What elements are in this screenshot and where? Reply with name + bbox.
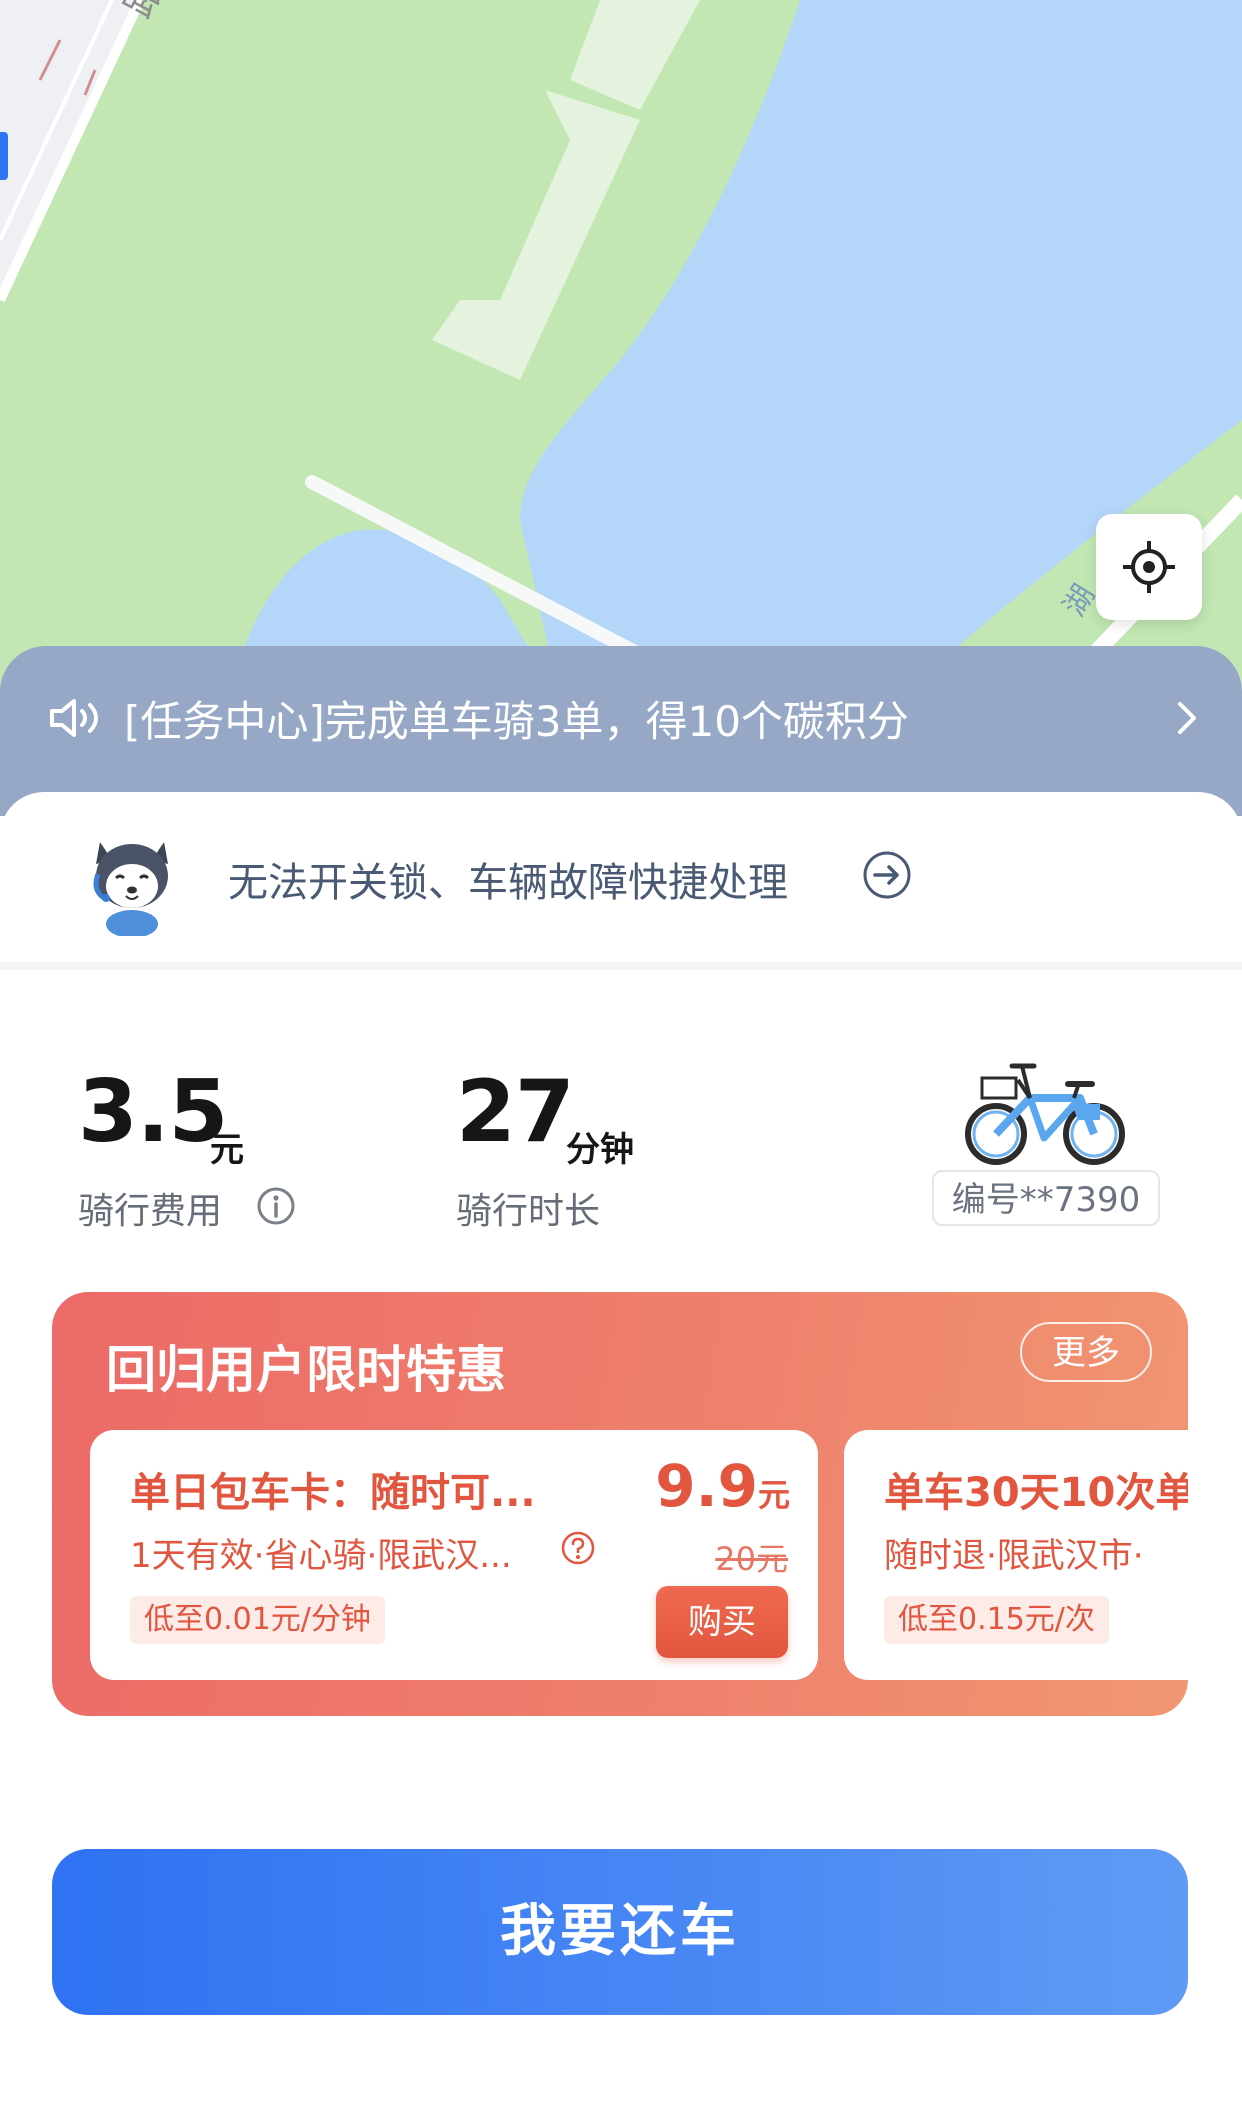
promo-card-30-day[interactable]: 单车30天10次单 随时退·限武汉市· 低至0.15元/次 — [844, 1430, 1188, 1680]
promo-title: 回归用户限时特惠 — [106, 1341, 506, 1399]
promo-card-title: 单日包车卡：随时可... — [130, 1470, 536, 1516]
bicycle-icon — [965, 1063, 1125, 1165]
promo-more-button[interactable]: 更多 — [1020, 1322, 1152, 1382]
speaker-icon — [50, 699, 98, 737]
info-icon[interactable] — [256, 1186, 296, 1226]
ride-duration-label: 骑行时长 — [456, 1191, 601, 1232]
map-marker[interactable] — [0, 132, 8, 180]
promo-card-day-pass[interactable]: 单日包车卡：随时可... 1天有效·省心骑·限武汉... 低至0.01元/分钟 … — [90, 1430, 818, 1680]
buy-button[interactable]: 购买 — [656, 1586, 788, 1658]
promo-card-price-unit: 元 — [757, 1476, 790, 1514]
arrow-right-circle-icon — [863, 851, 911, 899]
crosshair-icon — [1123, 541, 1175, 593]
promo-card-tag: 低至0.15元/次 — [884, 1596, 1109, 1644]
map-view[interactable]: 路 湖 — [0, 0, 1242, 700]
section-divider — [0, 962, 1242, 970]
notice-text: [任务中心]完成单车骑3单，得10个碳积分 — [124, 696, 909, 746]
ride-sheet: 无法开关锁、车辆故障快捷处理 3.5 元 骑行费用 27 分钟 骑行时长 编号*… — [0, 792, 1242, 2126]
task-center-notice[interactable]: [任务中心]完成单车骑3单，得10个碳积分 — [0, 646, 1242, 816]
ride-duration-unit: 分钟 — [566, 1130, 634, 1170]
promo-card-price-value: 9.9 — [655, 1452, 758, 1520]
ride-duration-value: 27 — [456, 1062, 575, 1162]
quick-help-row[interactable]: 无法开关锁、车辆故障快捷处理 — [0, 792, 1242, 962]
promo-card-subtitle: 1天有效·省心骑·限武汉... — [130, 1536, 512, 1576]
promo-card-title: 单车30天10次单 — [884, 1470, 1188, 1516]
promo-card-tag: 低至0.01元/分钟 — [130, 1596, 385, 1644]
husky-mascot-icon — [93, 842, 168, 936]
promo-card-price: 9.9元 — [655, 1452, 790, 1520]
return-bike-button[interactable]: 我要还车 — [52, 1849, 1188, 2015]
ride-fee-value: 3.5 — [78, 1062, 228, 1162]
ride-fee-label: 骑行费用 — [78, 1191, 223, 1232]
ride-fee-unit: 元 — [210, 1130, 244, 1170]
promo-card-subtitle: 随时退·限武汉市· — [884, 1536, 1144, 1576]
returning-user-promo: 回归用户限时特惠 更多 单日包车卡：随时可... 1天有效·省心骑·限武汉...… — [52, 1292, 1188, 1716]
bike-number-badge: 编号**7390 — [932, 1170, 1160, 1226]
quick-help-text: 无法开关锁、车辆故障快捷处理 — [228, 860, 788, 906]
locate-me-button[interactable] — [1096, 514, 1202, 620]
chevron-right-icon — [1178, 702, 1196, 734]
promo-card-old-price: 20元 — [715, 1540, 788, 1578]
question-icon[interactable] — [560, 1530, 596, 1566]
